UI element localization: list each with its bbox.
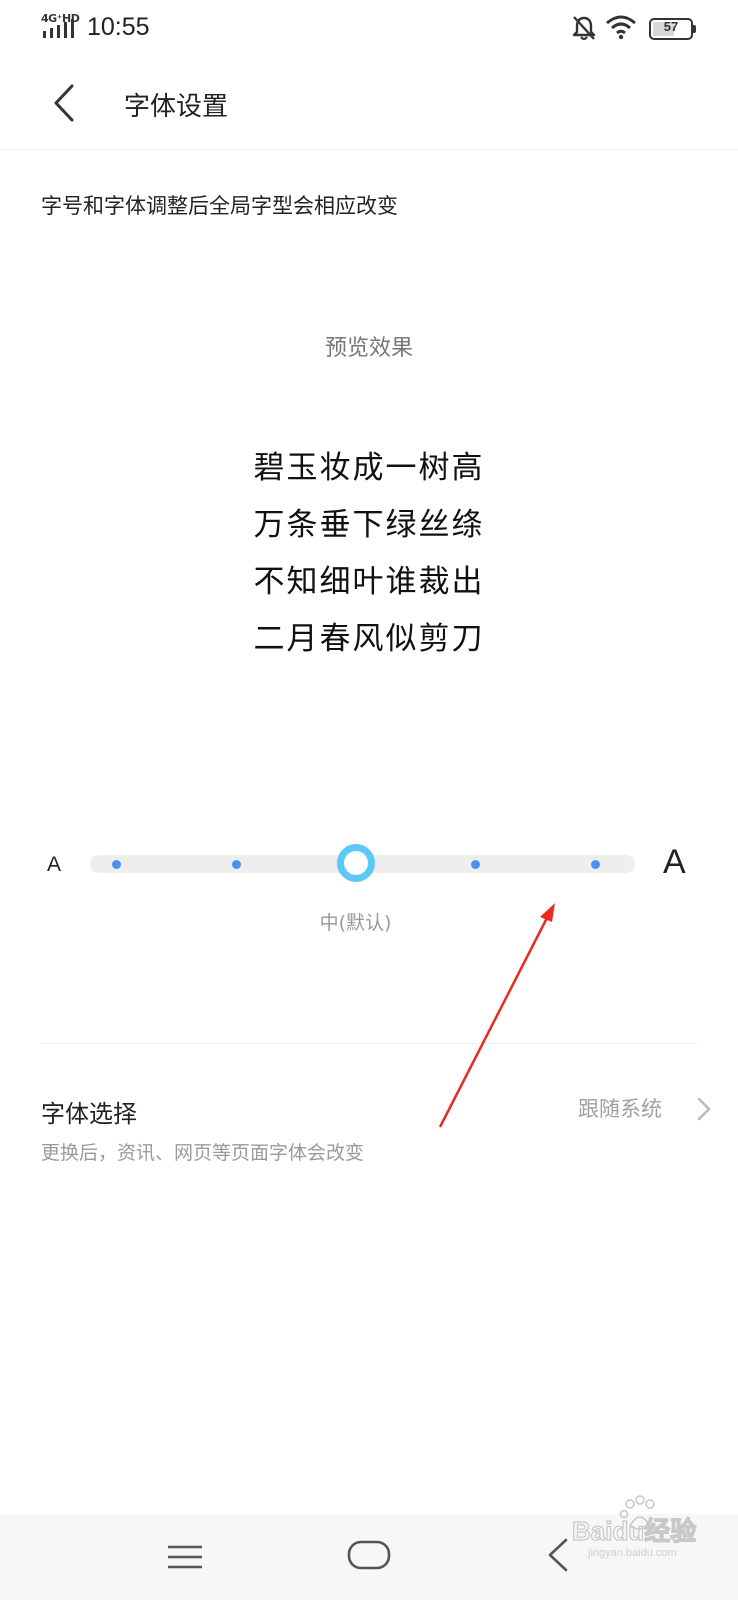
status-bar: 4G⁺HD 10:55 57	[0, 0, 738, 58]
slider-step-dot[interactable]	[231, 860, 241, 869]
page-title: 字体设置	[124, 92, 229, 122]
app-header: 字体设置	[0, 58, 738, 150]
home-icon[interactable]	[347, 1538, 391, 1572]
battery-tip	[693, 25, 696, 33]
slider-step-dot[interactable]	[112, 860, 121, 869]
bell-off-icon	[572, 16, 596, 41]
font-size-value: 中(默认)	[319, 912, 392, 934]
menu-icon[interactable]	[166, 1542, 204, 1572]
chevron-left-icon	[54, 84, 74, 122]
watermark-url: jingyan.baidu.com	[587, 1547, 677, 1559]
divider	[41, 1043, 697, 1044]
battery-indicator: 57	[649, 18, 697, 40]
battery-level: 57	[663, 19, 679, 34]
watermark-text: Baidu经验	[572, 1516, 696, 1546]
preview-label: 预览效果	[324, 336, 413, 361]
font-size-large-label: A	[663, 843, 686, 881]
font-size-small-label: A	[47, 853, 62, 876]
font-size-slider[interactable]	[90, 844, 635, 882]
annotation-arrow	[438, 903, 555, 1128]
slider-step-dot[interactable]	[591, 860, 600, 869]
font-select-value: 跟随系统	[578, 1097, 662, 1121]
baidu-watermark: Baidu经验 jingyan.baidu.com	[571, 1495, 697, 1559]
settings-description: 字号和字体调整后全局字型会相应改变	[41, 194, 398, 218]
wifi-icon	[606, 15, 636, 40]
clock: 10:55	[87, 13, 150, 41]
preview-line: 二月春风似剪刀	[253, 621, 485, 657]
preview-line: 不知细叶谁裁出	[253, 564, 485, 600]
back-button[interactable]	[44, 78, 88, 128]
slider-thumb[interactable]	[336, 844, 375, 882]
font-select-title: 字体选择	[41, 1100, 137, 1128]
font-select-row[interactable]: 字体选择 更换后，资讯、网页等页面字体会改变 跟随系统	[0, 1060, 738, 1170]
preview-line: 碧玉妆成一树高	[253, 450, 485, 486]
font-select-subtitle: 更换后，资讯、网页等页面字体会改变	[41, 1142, 365, 1164]
preview-text: 碧玉妆成一树高 万条垂下绿丝绦 不知细叶谁裁出 二月春风似剪刀	[0, 440, 738, 668]
preview-line: 万条垂下绿丝绦	[253, 507, 485, 543]
chevron-right-icon	[697, 1097, 711, 1121]
signal-icon	[43, 19, 74, 38]
